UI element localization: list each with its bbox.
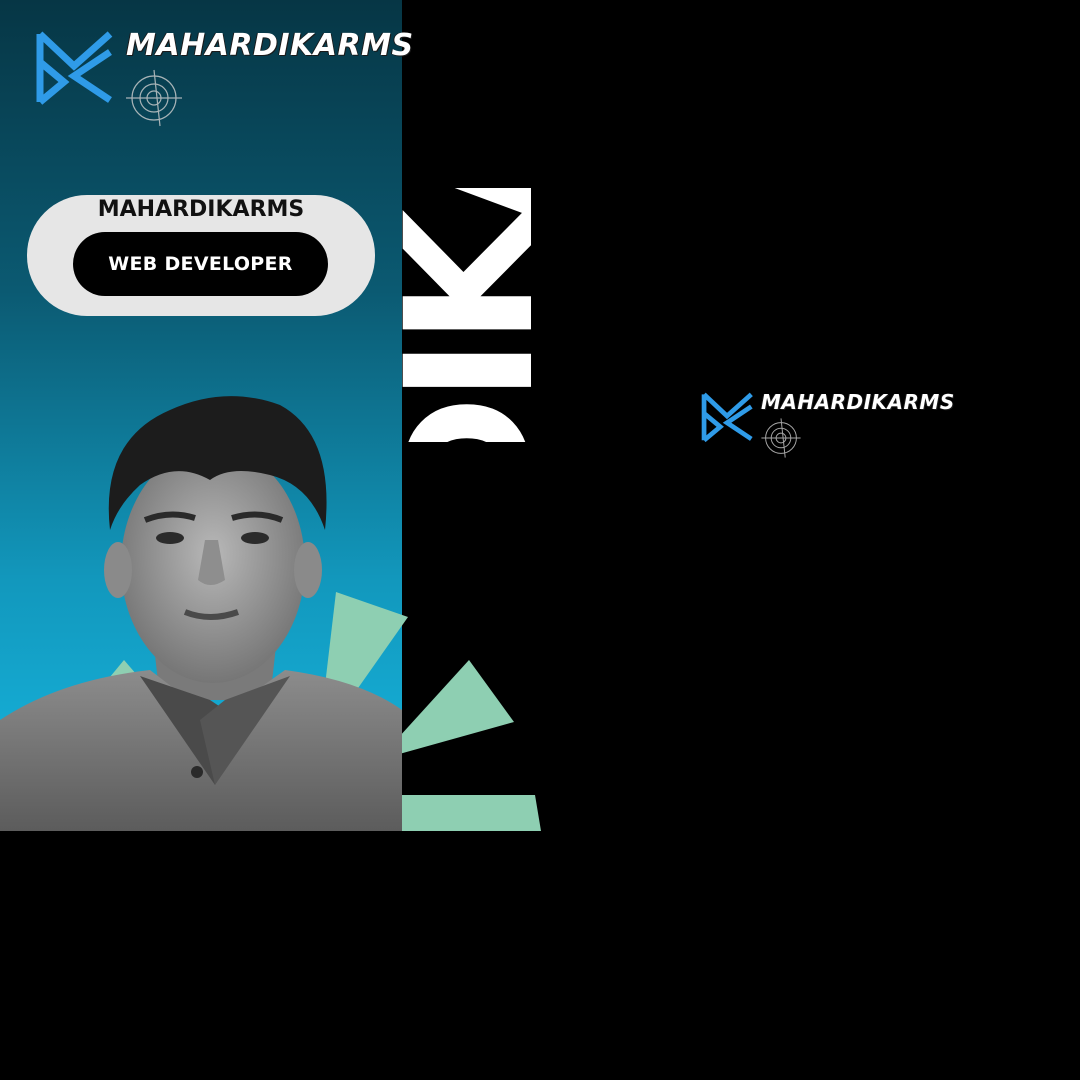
- brand-wordmark: MAHARDIKARMS: [126, 28, 414, 63]
- brand-logo: MAHARDIKARMS: [34, 26, 413, 127]
- crosshair-target-icon: [761, 418, 801, 458]
- profile-name: MAHARDIKARMS: [97, 197, 305, 222]
- m-chevron-logo-icon: [701, 392, 753, 443]
- role-badge: WEB DEVELOPER: [73, 232, 328, 296]
- crosshair-target-icon: [126, 69, 182, 127]
- vertical-name-text: DIKA: [402, 188, 540, 442]
- m-chevron-logo-icon: [36, 31, 113, 105]
- profile-card: MAHARDIKARMS WEB DEVELOPER: [27, 195, 375, 316]
- portrait-photo: [0, 396, 402, 831]
- brand-wordmark: MAHARDIKARMS: [761, 390, 955, 414]
- brand-logo-small: MAHARDIKARMS: [700, 389, 954, 459]
- vertical-name-title: DIKA: [402, 188, 540, 442]
